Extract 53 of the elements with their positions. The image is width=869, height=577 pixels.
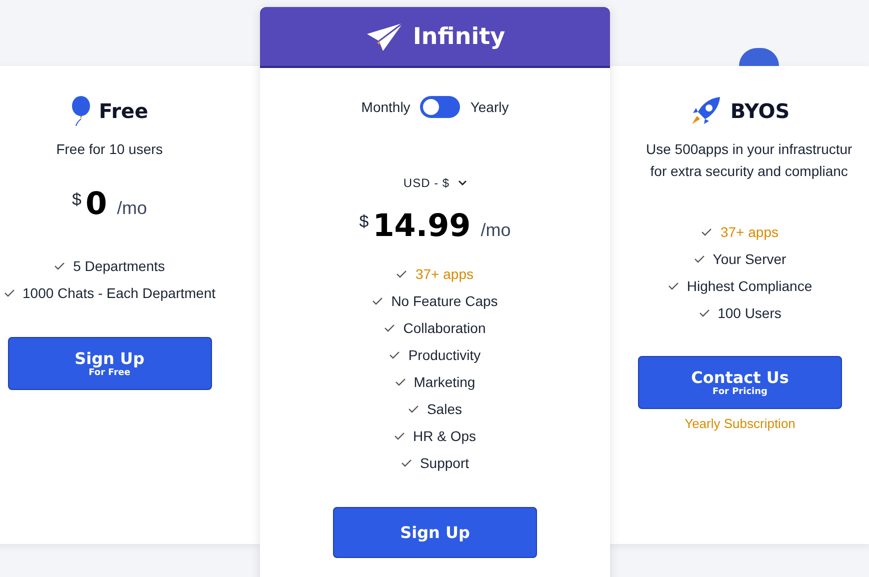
check-icon (54, 262, 66, 270)
plan-button[interactable]: Sign Up (333, 507, 537, 558)
check-icon (701, 228, 712, 236)
feature-text: HR & Ops (412, 428, 476, 444)
subscription-note: Yearly Subscription (684, 416, 796, 431)
plan-title: Infinity (412, 24, 506, 50)
price-period: /mo (117, 198, 148, 219)
feature-text: Productivity (408, 346, 481, 362)
check-icon (698, 308, 710, 316)
billing-label: Monthly (361, 99, 410, 115)
price: 0 (85, 186, 108, 222)
check-icon (4, 288, 14, 296)
plan-button[interactable]: Contact Us For Pricing (638, 356, 842, 409)
feature-text: Marketing (414, 374, 476, 390)
currency-symbol: $ (359, 212, 369, 232)
paper-plane-icon (364, 22, 405, 52)
check-icon (394, 378, 406, 386)
plan-description: for extra security and complianc (650, 162, 848, 181)
currency-select[interactable]: USD - $ (403, 176, 467, 190)
feature-text: 37+ apps (720, 224, 778, 240)
check-icon (394, 432, 405, 440)
check-icon (668, 282, 679, 290)
rocket-icon (690, 96, 722, 126)
chevron-down-icon (458, 180, 467, 186)
feature-text: 100 Users (718, 304, 782, 320)
plan-description: Use 500apps in your infrastructur (646, 140, 852, 159)
check-icon (372, 296, 384, 304)
currency-symbol: $ (72, 190, 82, 210)
feature-text: No Feature Caps (391, 292, 498, 308)
feature-text: Your Server (712, 250, 786, 266)
feature-text: 5 Departments (73, 258, 165, 274)
feature-text: Highest Compliance (686, 278, 812, 294)
check-icon (384, 324, 396, 332)
price: 14.99 (372, 208, 471, 244)
plan-button[interactable]: Sign Up For Free (8, 337, 212, 390)
feature-text: 37+ apps (415, 266, 474, 282)
price-period: /mo (480, 220, 511, 241)
billing-label: Yearly (470, 99, 509, 115)
balloon-icon (70, 96, 91, 126)
check-icon (400, 458, 412, 466)
check-icon (408, 404, 419, 412)
feature-text: Sales (426, 400, 462, 416)
feature-text: Collaboration (403, 320, 486, 336)
billing-toggle[interactable] (420, 96, 460, 118)
check-icon (694, 254, 705, 262)
plan-title: Free (98, 99, 148, 123)
plan-title: BYOS (730, 99, 790, 123)
badge-icon (739, 48, 779, 66)
check-icon (389, 350, 400, 358)
feature-text: Support (420, 454, 470, 470)
plan-description: Free for 10 users (56, 140, 163, 159)
check-icon (396, 270, 408, 278)
feature-text: 1000 Chats - Each Department (22, 284, 216, 300)
